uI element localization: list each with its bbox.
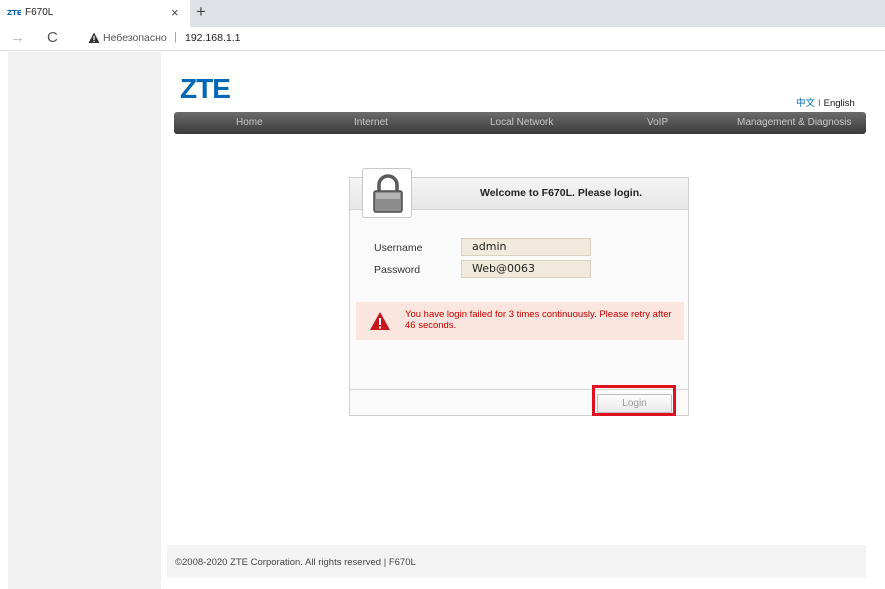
menu-local-network[interactable]: Local Network bbox=[490, 117, 553, 128]
zte-favicon-icon: ZTE bbox=[7, 9, 22, 17]
padlock-icon bbox=[373, 174, 403, 213]
left-gutter bbox=[8, 52, 161, 589]
copyright-text: ©2008-2020 ZTE Corporation. All rights r… bbox=[175, 557, 416, 568]
menu-home[interactable]: Home bbox=[236, 117, 263, 128]
tab-close-icon[interactable]: × bbox=[171, 5, 179, 20]
browser-tab-strip: ZTE F670L × + bbox=[0, 0, 885, 27]
password-label: Password bbox=[374, 264, 421, 276]
right-gutter bbox=[869, 52, 885, 589]
menu-voip[interactable]: VoIP bbox=[647, 117, 668, 128]
security-status-label[interactable]: Небезопасно bbox=[103, 32, 167, 44]
main-menu: Home Internet Local Network VoIP Managem… bbox=[174, 112, 866, 134]
username-input[interactable]: admin bbox=[461, 238, 591, 256]
language-english-link[interactable]: English bbox=[824, 98, 855, 109]
password-input[interactable]: Web@0063 bbox=[461, 260, 591, 278]
url-separator: | bbox=[174, 31, 177, 43]
language-separator: I bbox=[818, 98, 821, 109]
login-panel-divider bbox=[349, 389, 689, 390]
not-secure-warning-icon[interactable] bbox=[88, 32, 100, 44]
menu-management-diagnosis[interactable]: Management & Diagnosis bbox=[737, 117, 852, 128]
zte-logo: ZTE bbox=[180, 73, 231, 104]
new-tab-icon[interactable]: + bbox=[196, 2, 206, 22]
browser-tab[interactable]: ZTE F670L × bbox=[0, 0, 190, 27]
forward-arrow-icon[interactable]: → bbox=[10, 29, 25, 46]
language-chinese-link[interactable]: 中文 bbox=[796, 98, 815, 109]
tab-title: F670L bbox=[25, 7, 54, 18]
lock-icon-frame bbox=[362, 168, 412, 218]
reload-icon[interactable]: C bbox=[47, 29, 58, 46]
error-warning-icon bbox=[370, 312, 390, 330]
address-bar: → C Небезопасно | 192.168.1.1 bbox=[0, 27, 885, 51]
login-button[interactable]: Login bbox=[597, 394, 672, 413]
login-failed-message: You have login failed for 3 times contin… bbox=[405, 309, 672, 331]
welcome-heading: Welcome to F670L. Please login. bbox=[480, 187, 643, 199]
username-label: Username bbox=[374, 242, 423, 254]
language-switcher: 中文 I English bbox=[796, 95, 855, 109]
url-input[interactable]: 192.168.1.1 bbox=[185, 32, 240, 44]
menu-internet[interactable]: Internet bbox=[354, 117, 388, 128]
